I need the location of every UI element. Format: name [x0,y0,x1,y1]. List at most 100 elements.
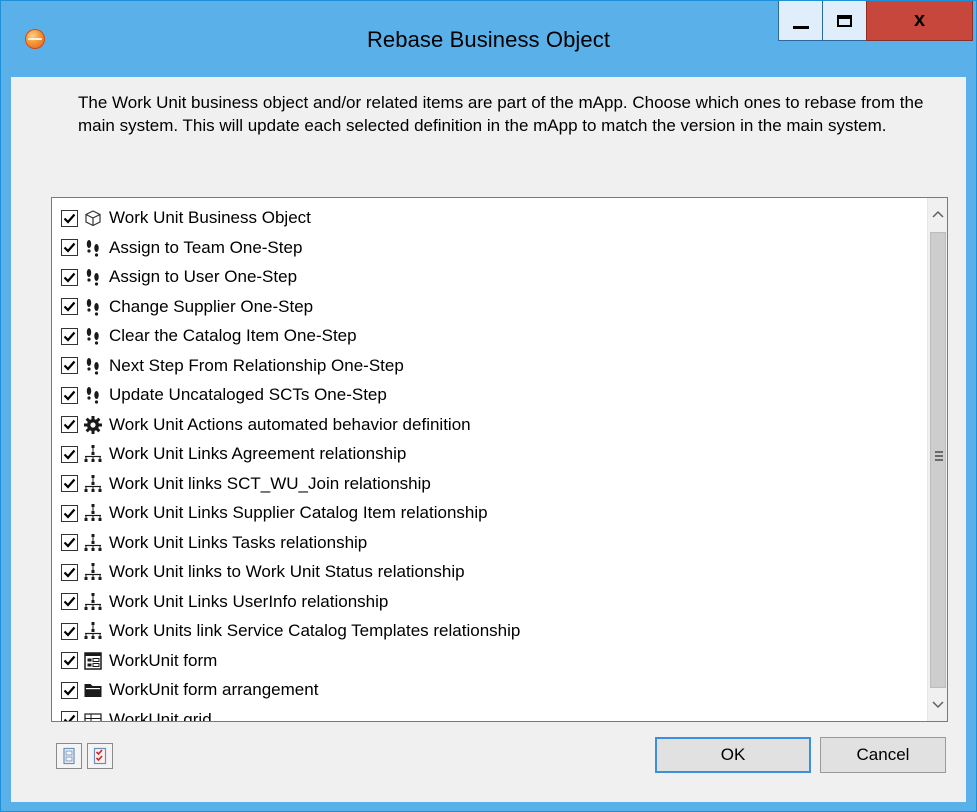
select-all-button[interactable] [87,743,113,769]
check-icon [63,419,76,430]
relationship-icon [83,533,103,553]
item-checkbox[interactable] [61,209,78,227]
item-checkbox[interactable] [61,504,78,522]
footsteps-icon [83,356,103,376]
item-checkbox[interactable] [61,652,78,669]
deselect-all-icon [63,747,75,765]
check-icon [63,242,76,253]
footsteps-icon [83,297,103,317]
check-icon [63,508,76,519]
scroll-down-button[interactable] [928,689,947,721]
ok-button[interactable]: OK [655,737,811,773]
list-item[interactable]: Work Unit Business Object [61,203,311,233]
relationship-icon [83,562,103,582]
list-item[interactable]: Assign to Team One-Step [61,233,302,263]
check-icon [63,301,76,312]
check-icon [63,685,76,696]
check-icon [63,272,76,283]
list-item[interactable]: Work Unit Actions automated behavior def… [61,410,471,440]
form-icon [83,651,103,671]
check-icon [63,331,76,342]
close-button[interactable]: x [866,1,973,41]
list-item[interactable]: Clear the Catalog Item One-Step [61,321,357,351]
item-checkbox[interactable] [61,386,78,404]
item-checkbox[interactable] [61,534,78,551]
check-icon [63,213,76,224]
item-label: Work Unit Links UserInfo relationship [109,591,389,611]
item-label: Assign to Team One-Step [109,237,303,257]
list-item[interactable]: Work Unit links SCT_WU_Join relationship [61,469,431,499]
item-checkbox[interactable] [61,563,78,581]
cube-icon [83,208,103,228]
relationship-icon [83,444,103,464]
cancel-button[interactable]: Cancel [820,737,946,773]
list-item[interactable]: Next Step From Relationship One-Step [61,351,404,381]
list-item[interactable]: Update Uncataloged SCTs One-Step [61,380,387,410]
item-label: Work Unit links to Work Unit Status rela… [109,562,465,581]
item-label: Work Unit Links Supplier Catalog Item re… [109,503,488,522]
relationship-icon [83,592,103,612]
item-label: Next Step From Relationship One-Step [109,355,404,375]
list-item[interactable]: WorkUnit form [61,646,217,676]
item-checkbox[interactable] [61,593,78,610]
item-checkbox[interactable] [61,416,78,433]
check-icon [63,655,76,666]
list-item[interactable]: Work Unit Links Supplier Catalog Item re… [61,498,488,528]
chevron-down-icon [932,701,944,709]
gear-icon [83,415,103,435]
title-bar[interactable]: Rebase Business Object x [1,1,976,77]
folder-icon [83,680,103,700]
check-icon [63,360,76,371]
relationship-icon [83,621,103,641]
scroll-up-button[interactable] [928,198,947,230]
check-icon [63,390,76,401]
maximize-button[interactable] [822,1,867,41]
item-label: Work Unit Links Tasks relationship [109,532,368,552]
close-icon: x [913,9,926,31]
items-listbox[interactable]: Work Unit Business Object Assign to Team … [51,197,948,722]
list-item[interactable]: WorkUnit grid [61,705,212,722]
list-item[interactable]: Change Supplier One-Step [61,292,313,322]
chevron-up-icon [932,210,944,218]
item-checkbox[interactable] [61,475,78,492]
item-label: Work Unit links SCT_WU_Join relationship [109,473,431,493]
deselect-all-button[interactable] [56,743,82,769]
item-checkbox[interactable] [61,445,78,463]
relationship-icon [83,503,103,523]
scroll-thumb[interactable] [930,232,946,688]
item-label: Work Unit Actions automated behavior def… [109,414,471,434]
list-item[interactable]: Work Unit Links Tasks relationship [61,528,367,558]
list-item[interactable]: Work Unit links to Work Unit Status rela… [61,557,465,587]
item-checkbox[interactable] [61,357,78,374]
maximize-icon [837,14,852,27]
grid-icon [83,710,103,721]
list-item[interactable]: Assign to User One-Step [61,262,297,292]
item-label: Assign to User One-Step [109,267,298,286]
select-all-icon [93,747,107,765]
item-checkbox[interactable] [61,268,78,286]
relationship-icon [83,474,103,494]
item-label: WorkUnit form arrangement [109,680,319,699]
item-checkbox[interactable] [61,622,78,640]
vertical-scrollbar[interactable] [927,198,947,721]
list-item[interactable]: WorkUnit form arrangement [61,675,318,705]
check-icon [63,478,76,489]
item-checkbox[interactable] [61,327,78,345]
item-label: Clear the Catalog Item One-Step [109,326,357,345]
item-label: WorkUnit grid [109,709,212,722]
item-checkbox[interactable] [61,711,78,721]
check-icon [63,596,76,607]
description-text: The Work Unit business object and/or rel… [78,93,924,135]
minimize-button[interactable] [778,1,823,41]
footsteps-icon [83,238,103,258]
item-checkbox[interactable] [61,239,78,256]
item-label: Update Uncataloged SCTs One-Step [109,385,387,404]
grip-icon [935,451,943,463]
list-item[interactable]: Work Units link Service Catalog Template… [61,616,520,646]
list-item[interactable]: Work Unit Links UserInfo relationship [61,587,388,617]
check-icon [63,537,76,548]
item-checkbox[interactable] [61,298,78,315]
item-checkbox[interactable] [61,681,78,699]
list-item[interactable]: Work Unit Links Agreement relationship [61,439,406,469]
item-label: WorkUnit form [109,650,218,670]
